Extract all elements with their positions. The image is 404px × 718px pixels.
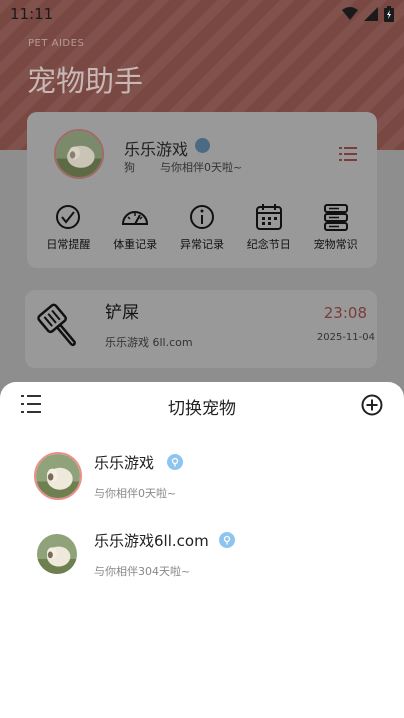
feature-label: 纪念节日 <box>246 238 291 251</box>
wifi-icon <box>342 7 358 20</box>
server-stack-icon <box>323 204 348 231</box>
list-item[interactable]: 乐乐游戏6ll.com 与你相伴304天啦~ <box>0 530 404 600</box>
sheep-avatar-icon <box>36 454 80 498</box>
feature-label: 日常提醒 <box>46 238 91 251</box>
shovel-icon <box>37 303 76 347</box>
app-title: 宠物助手 <box>27 64 144 98</box>
feature-daily-reminder[interactable]: 日常提醒 <box>37 202 99 252</box>
pet-days: 与你相伴304天啦~ <box>94 565 191 578</box>
signal-icon <box>364 7 378 21</box>
avatar <box>37 534 77 574</box>
feature-label: 体重记录 <box>113 238 158 251</box>
gender-badge-icon <box>167 454 183 470</box>
pet-days: 与你相伴0天啦~ <box>160 161 243 174</box>
pet-name: 乐乐游戏 <box>124 140 189 159</box>
feature-label: 异常记录 <box>179 238 224 251</box>
calendar-icon <box>255 204 282 230</box>
pet-name: 乐乐游戏 <box>94 454 155 472</box>
status-time: 11:11 <box>10 5 54 23</box>
feature-row: 日常提醒 体重记录 异常记录 纪念节日 宠物常识 <box>27 202 377 252</box>
pet-type: 狗 <box>124 161 135 174</box>
feature-anniversary[interactable]: 纪念节日 <box>238 202 300 252</box>
feature-abnormal-record[interactable]: 异常记录 <box>171 202 233 252</box>
task-date: 2025-11-04 <box>316 332 375 343</box>
app-subtitle: PET AIDES <box>28 38 85 49</box>
gauge-icon <box>122 211 149 225</box>
battery-icon <box>384 6 394 22</box>
sheet-header: 切换宠物 <box>0 382 404 428</box>
pet-days: 与你相伴0天啦~ <box>94 487 177 500</box>
avatar <box>34 452 82 500</box>
status-icons <box>342 6 394 22</box>
gender-badge-icon <box>219 532 235 548</box>
sheep-avatar-icon <box>37 534 77 574</box>
feature-label: 宠物常识 <box>313 238 358 251</box>
sheep-avatar-icon <box>56 131 102 177</box>
current-pet-card: 乐乐游戏 狗 与你相伴0天啦~ 日常提醒 体重记录 异常记录 纪念节日 宠物常识 <box>27 112 377 268</box>
pet-subtitle: 狗 与你相伴0天啦~ <box>124 159 242 175</box>
switch-pet-sheet: 切换宠物 乐乐游戏 与你相伴0天啦~ 乐乐游戏6ll.com 与你相伴304天啦… <box>0 382 404 718</box>
task-subtitle: 乐乐游戏 6ll.com <box>105 336 193 349</box>
gender-badge-icon <box>195 138 210 153</box>
list-menu-icon[interactable] <box>339 147 357 161</box>
info-circle-icon <box>189 205 214 229</box>
task-time: 23:08 <box>323 304 367 322</box>
list-item[interactable]: 乐乐游戏 与你相伴0天啦~ <box>0 452 404 522</box>
add-pet-button[interactable] <box>361 394 383 416</box>
pet-name: 乐乐游戏6ll.com <box>94 532 209 550</box>
feature-weight-record[interactable]: 体重记录 <box>104 202 166 252</box>
status-bar: 11:11 <box>0 0 404 28</box>
avatar[interactable] <box>54 129 104 179</box>
check-circle-icon <box>56 205 81 229</box>
task-title: 铲屎 <box>105 303 139 323</box>
feature-pet-knowledge[interactable]: 宠物常识 <box>305 202 367 252</box>
task-card[interactable]: 铲屎 乐乐游戏 6ll.com 23:08 2025-11-04 <box>25 290 377 368</box>
sheet-title: 切换宠物 <box>168 399 236 419</box>
